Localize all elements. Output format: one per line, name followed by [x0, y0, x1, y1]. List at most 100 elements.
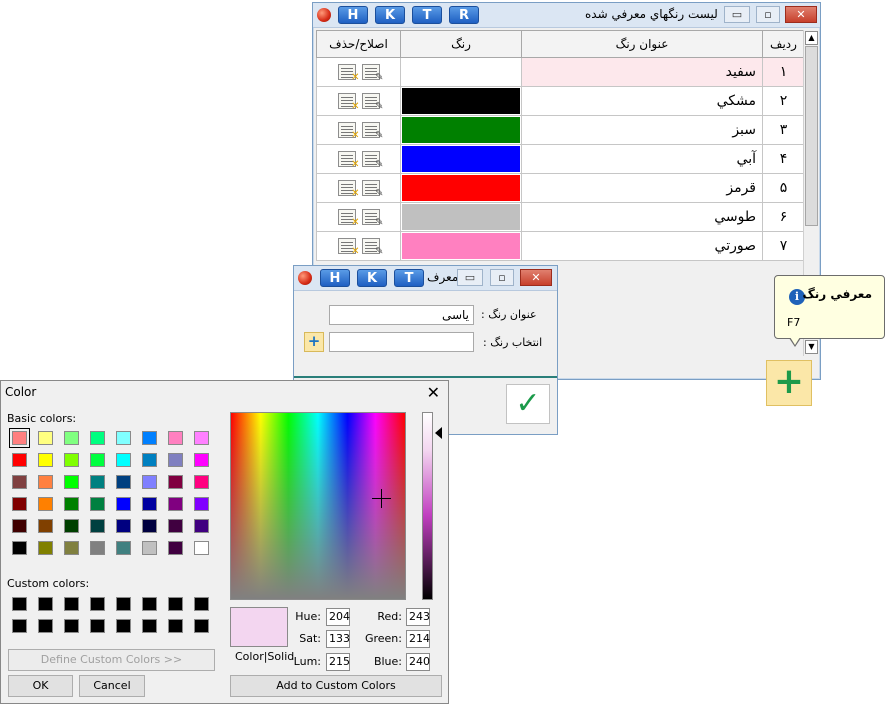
basic-color-swatch[interactable] — [168, 497, 183, 511]
luminance-arrow-icon[interactable] — [435, 427, 442, 439]
basic-color-swatch[interactable] — [142, 541, 157, 555]
custom-color-swatch[interactable] — [90, 597, 105, 611]
scroll-down-icon[interactable]: ▼ — [805, 340, 818, 354]
blue-input[interactable]: 240 — [406, 653, 430, 671]
header-color[interactable]: رنگ — [400, 30, 522, 58]
table-row[interactable]: ✕ ✎ طوسي ۶ — [316, 202, 805, 232]
table-row[interactable]: ✕ ✎ سبز ۳ — [316, 115, 805, 145]
basic-color-swatch[interactable] — [12, 541, 27, 555]
basic-color-swatch[interactable] — [142, 519, 157, 533]
edit-icon[interactable]: ✎ — [361, 122, 384, 141]
restore-button[interactable]: ▫ — [490, 269, 514, 286]
lum-input[interactable]: 215 — [326, 653, 350, 671]
hue-input[interactable]: 204 — [326, 608, 350, 626]
basic-color-swatch[interactable] — [9, 428, 30, 448]
cancel-button[interactable]: Cancel — [79, 675, 145, 697]
basic-color-swatch[interactable] — [142, 475, 157, 489]
basic-color-swatch[interactable] — [12, 497, 27, 511]
define-custom-colors-button[interactable]: Define Custom Colors >> — [8, 649, 215, 671]
add-color-button[interactable]: + — [766, 360, 812, 406]
basic-color-swatch[interactable] — [194, 453, 209, 467]
delete-icon[interactable]: ✕ — [337, 180, 360, 199]
basic-color-swatch[interactable] — [168, 453, 183, 467]
restore-button[interactable]: ▫ — [756, 6, 780, 23]
custom-color-swatch[interactable] — [64, 619, 79, 633]
pick-color-button[interactable]: + — [304, 332, 324, 352]
close-button[interactable]: ✕ — [785, 6, 817, 23]
basic-color-swatch[interactable] — [90, 497, 105, 511]
delete-icon[interactable]: ✕ — [337, 151, 360, 170]
header-name[interactable]: عنوان رنگ — [521, 30, 763, 58]
basic-color-swatch[interactable] — [64, 541, 79, 555]
name-field[interactable]: ياسی — [329, 305, 474, 325]
header-actions[interactable]: اصلاح/حذف — [316, 30, 401, 58]
hotkey-k-button[interactable]: K — [375, 6, 405, 24]
basic-color-swatch[interactable] — [194, 541, 209, 555]
basic-color-swatch[interactable] — [168, 475, 183, 489]
custom-color-swatch[interactable] — [38, 619, 53, 633]
red-input[interactable]: 243 — [406, 608, 430, 626]
edit-icon[interactable]: ✎ — [361, 209, 384, 228]
sat-input[interactable]: 133 — [326, 630, 350, 648]
edit-icon[interactable]: ✎ — [361, 64, 384, 83]
basic-color-swatch[interactable] — [142, 453, 157, 467]
green-input[interactable]: 214 — [406, 630, 430, 648]
table-row[interactable]: ✕ ✎ صورتي ۷ — [316, 231, 805, 261]
color-spectrum[interactable] — [230, 412, 406, 600]
custom-color-swatch[interactable] — [38, 597, 53, 611]
basic-color-swatch[interactable] — [12, 453, 27, 467]
add-to-custom-colors-button[interactable]: Add to Custom Colors — [230, 675, 442, 697]
luminance-bar[interactable] — [422, 412, 433, 600]
header-row[interactable]: رديف — [762, 30, 805, 58]
basic-color-swatch[interactable] — [64, 475, 79, 489]
table-row[interactable]: ✕ ✎ قرمز ۵ — [316, 173, 805, 203]
custom-color-swatch[interactable] — [194, 619, 209, 633]
minimize-button[interactable]: ▭ — [724, 6, 750, 23]
basic-color-swatch[interactable] — [142, 497, 157, 511]
basic-color-swatch[interactable] — [90, 541, 105, 555]
custom-color-swatch[interactable] — [168, 619, 183, 633]
close-icon[interactable]: ✕ — [427, 383, 440, 402]
basic-color-swatch[interactable] — [64, 519, 79, 533]
minimize-button[interactable]: ▭ — [457, 269, 483, 286]
basic-color-swatch[interactable] — [116, 519, 131, 533]
basic-color-swatch[interactable] — [116, 453, 131, 467]
basic-color-swatch[interactable] — [64, 453, 79, 467]
basic-color-swatch[interactable] — [194, 519, 209, 533]
custom-color-swatch[interactable] — [116, 619, 131, 633]
edit-icon[interactable]: ✎ — [361, 151, 384, 170]
custom-color-swatch[interactable] — [116, 597, 131, 611]
basic-color-swatch[interactable] — [38, 519, 53, 533]
confirm-button[interactable]: ✓ — [506, 384, 550, 424]
hotkey-r-button[interactable]: R — [449, 6, 479, 24]
hotkey-t-button[interactable]: T — [412, 6, 442, 24]
custom-color-swatch[interactable] — [142, 597, 157, 611]
ok-button[interactable]: OK — [8, 675, 73, 697]
table-row[interactable]: ✕ ✎ مشكي ۲ — [316, 86, 805, 116]
delete-icon[interactable]: ✕ — [337, 238, 360, 257]
custom-color-swatch[interactable] — [90, 619, 105, 633]
basic-color-swatch[interactable] — [90, 431, 105, 445]
hotkey-k-button[interactable]: K — [357, 269, 387, 287]
edit-icon[interactable]: ✎ — [361, 238, 384, 257]
delete-icon[interactable]: ✕ — [337, 122, 360, 141]
hotkey-h-button[interactable]: H — [320, 269, 350, 287]
custom-color-swatch[interactable] — [194, 597, 209, 611]
custom-color-swatch[interactable] — [142, 619, 157, 633]
custom-color-swatch[interactable] — [64, 597, 79, 611]
basic-color-swatch[interactable] — [90, 475, 105, 489]
basic-color-swatch[interactable] — [12, 519, 27, 533]
basic-color-swatch[interactable] — [38, 541, 53, 555]
delete-icon[interactable]: ✕ — [337, 209, 360, 228]
basic-color-swatch[interactable] — [64, 431, 79, 445]
basic-color-swatch[interactable] — [116, 497, 131, 511]
basic-color-swatch[interactable] — [12, 475, 27, 489]
basic-color-swatch[interactable] — [38, 497, 53, 511]
table-row[interactable]: ✕ ✎ سفيد ۱ — [316, 57, 805, 87]
basic-color-swatch[interactable] — [64, 497, 79, 511]
custom-color-swatch[interactable] — [12, 597, 27, 611]
scroll-up-icon[interactable]: ▲ — [805, 31, 818, 45]
basic-color-swatch[interactable] — [38, 453, 53, 467]
hotkey-h-button[interactable]: H — [338, 6, 368, 24]
basic-color-swatch[interactable] — [90, 519, 105, 533]
